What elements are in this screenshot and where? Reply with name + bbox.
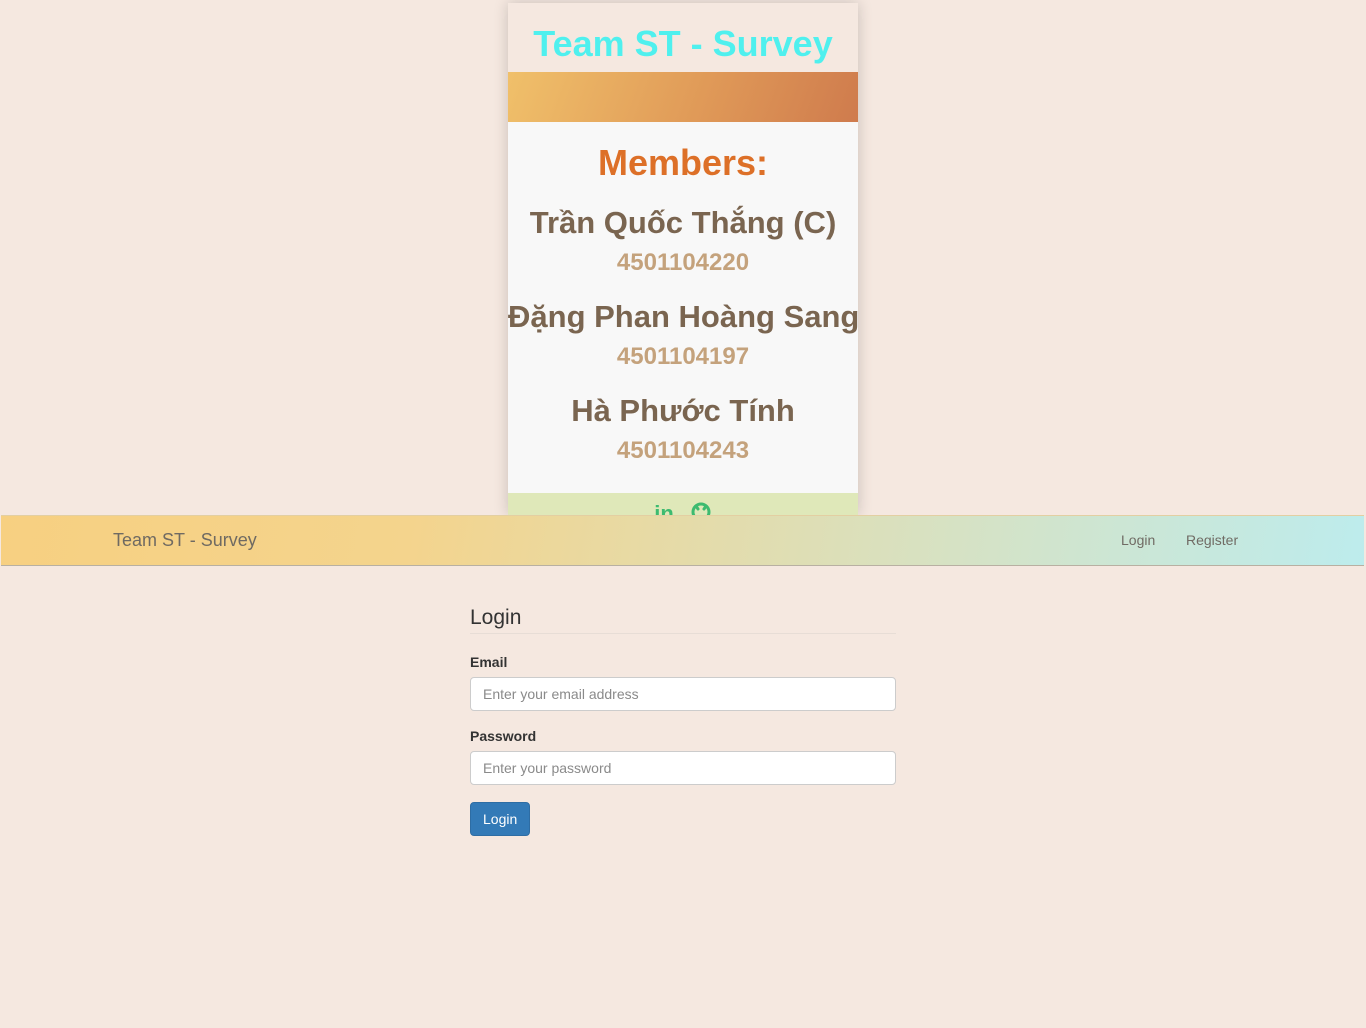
github-icon[interactable] <box>690 501 712 515</box>
member-id: 4501104243 <box>616 437 750 464</box>
linkedin-icon[interactable]: in <box>654 501 674 515</box>
members-heading: Members: <box>597 142 769 183</box>
card-footer: in <box>508 493 858 515</box>
member-item: Đặng Phan Hoàng Sang 4501104197 <box>508 297 858 377</box>
email-label: Email <box>470 654 508 670</box>
member-item: Hà Phước Tính 4501104243 <box>508 391 858 471</box>
email-input[interactable] <box>470 677 896 711</box>
card-title: Team ST - Survey <box>533 22 833 64</box>
password-label: Password <box>470 728 537 744</box>
login-submit-button[interactable]: Login <box>470 802 531 836</box>
member-item: Trần Quốc Thắng (C) 4501104220 <box>508 203 858 283</box>
social-links: in <box>508 501 858 515</box>
team-card: Team ST - Survey Members: Trần Quốc Thắn… <box>508 3 858 515</box>
navbar-brand[interactable]: Team ST - Survey <box>113 530 257 551</box>
nav-register-link[interactable]: Register <box>1186 532 1238 548</box>
card-banner <box>508 72 858 122</box>
member-name: Hà Phước Tính <box>571 393 795 428</box>
login-form: Login Email Password Login <box>470 606 896 836</box>
card-header: Team ST - Survey <box>508 3 858 72</box>
member-id: 4501104220 <box>616 249 750 276</box>
member-id: 4501104197 <box>616 343 750 370</box>
member-name: Trần Quốc Thắng (C) <box>529 205 837 240</box>
nav-login-link[interactable]: Login <box>1121 532 1155 548</box>
member-name: Đặng Phan Hoàng Sang <box>508 299 858 334</box>
login-title: Login <box>470 606 896 634</box>
password-input[interactable] <box>470 751 896 785</box>
navbar: Team ST - Survey Login Register <box>1 515 1364 566</box>
